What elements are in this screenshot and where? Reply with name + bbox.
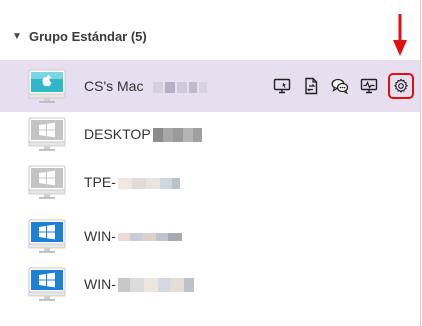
caret-down-icon[interactable]: ▼ [12,31,22,42]
redacted-name-block [116,174,180,190]
redacted-name-block [151,78,208,94]
settings-button[interactable] [388,73,414,99]
device-name-text: WIN- [84,275,116,292]
system-monitor-button[interactable] [359,76,379,96]
windows-online-monitor-icon [28,267,66,301]
mac-monitor-icon [28,69,66,103]
device-name-text: WIN- [84,228,116,244]
remote-desktop-icon [273,78,291,94]
windows-online-monitor-icon [28,219,66,253]
device-name: TPE- [84,174,180,190]
device-row-tpe[interactable]: TPE- [0,156,420,208]
chat-button[interactable] [330,76,350,96]
device-row-win-2[interactable]: WIN- [0,258,420,310]
windows-offline-monitor-icon [28,165,66,199]
file-transfer-icon [305,77,318,95]
annotation-arrow [393,14,407,56]
device-actions [272,73,414,99]
device-row-win-1[interactable]: WIN- [0,210,420,262]
remote-desktop-button[interactable] [272,76,292,96]
system-monitor-icon [360,78,378,94]
device-name-text: DESKTOP [84,125,151,142]
redacted-name-block [116,276,194,293]
windows-offline-monitor-icon [28,117,66,151]
chat-icon [331,78,349,95]
redacted-name-block [116,228,182,244]
device-name: DESKTOP [84,125,202,143]
device-name-text: TPE- [84,174,116,190]
device-name: WIN- [84,275,194,293]
device-row-mac[interactable]: CS's Mac [0,60,420,112]
settings-gear-icon [394,78,408,93]
group-header[interactable]: ▼ Grupo Estándar (5) [12,26,147,46]
device-name-text: CS's Mac [84,78,144,94]
device-name: WIN- [84,228,182,244]
group-label: Grupo Estándar (5) [29,28,147,44]
device-list-panel: ▼ Grupo Estándar (5) CS's Mac DESKTOP TP… [0,0,421,326]
device-name: CS's Mac [84,78,208,94]
device-row-desktop[interactable]: DESKTOP [0,108,420,160]
redacted-name-block [151,126,202,143]
file-transfer-button[interactable] [301,76,321,96]
